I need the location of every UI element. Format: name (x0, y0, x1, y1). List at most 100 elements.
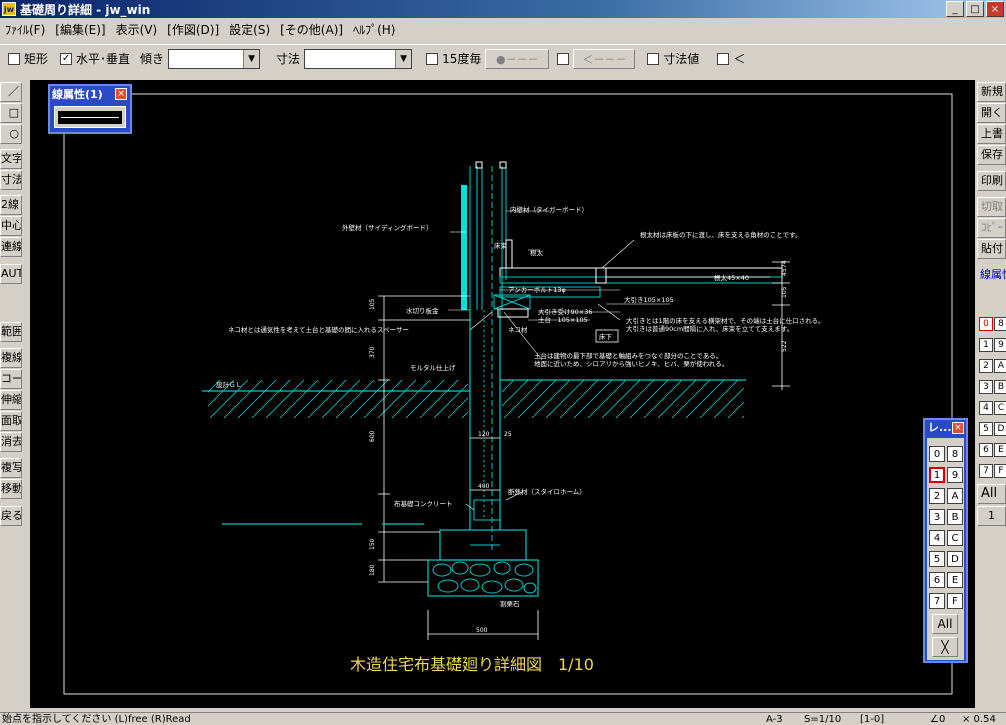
layer-group-b[interactable]: B (994, 380, 1006, 394)
layer-group-0[interactable]: 0 (979, 317, 993, 331)
layer-button-5[interactable]: 5 (929, 551, 945, 567)
status-angle[interactable]: ∠0 (930, 713, 945, 725)
layer-group-2[interactable]: 2 (979, 359, 993, 373)
close-button[interactable]: × (986, 1, 1004, 17)
copy-button[interactable]: ｺﾋﾟｰ (977, 218, 1006, 238)
layer-button-6[interactable]: 6 (929, 572, 945, 588)
maximize-button[interactable]: □ (966, 1, 984, 17)
layer-group-9[interactable]: 9 (994, 338, 1006, 352)
layer-group-all-button[interactable]: All (977, 484, 1006, 504)
rect-checkbox[interactable] (8, 52, 20, 65)
status-scale[interactable]: S=1/10 (804, 713, 841, 725)
layer-group-f[interactable]: F (994, 464, 1006, 478)
point-mode-button[interactable]: ●－－－ (485, 48, 550, 69)
tool-double-line[interactable]: 2線 (0, 195, 22, 215)
tool-undo[interactable]: 戻る (0, 506, 22, 526)
arrow-checkbox[interactable] (557, 52, 570, 65)
close-icon[interactable]: × (952, 422, 964, 434)
line-attribute-body[interactable] (54, 106, 126, 128)
close-icon[interactable]: × (115, 88, 127, 100)
line-attribute-window[interactable]: 線属性(1) × (48, 84, 132, 134)
tool-corner[interactable]: コーナー (0, 369, 22, 389)
layer-button-0[interactable]: 0 (929, 446, 945, 462)
layer-button-c[interactable]: C (947, 530, 963, 546)
layer-button-e[interactable]: E (947, 572, 963, 588)
dim-combo[interactable]: ▼ (304, 48, 413, 69)
tool-trim[interactable]: 伸縮 (0, 390, 22, 410)
layer-group-1[interactable]: 1 (979, 338, 993, 352)
layer-button-d[interactable]: D (947, 551, 963, 567)
menu-file[interactable]: ﾌｧｲﾙ(F) (0, 21, 50, 38)
menu-settings[interactable]: 設定(S) (224, 21, 275, 38)
tool-offset[interactable]: 複線 (0, 348, 22, 368)
layer-button-3[interactable]: 3 (929, 509, 945, 525)
save-button[interactable]: 保存 (977, 145, 1006, 165)
label-insulation: 断熱材（スタイロホーム） (508, 487, 586, 496)
layer-group-one-button[interactable]: 1 (977, 506, 1006, 526)
horiz-vert-checkbox[interactable]: ✓ (60, 52, 73, 65)
menu-other[interactable]: [その他(A)] (275, 21, 348, 38)
layer-button-9[interactable]: 9 (947, 467, 963, 483)
tool-copy[interactable]: 複写 (0, 458, 22, 478)
tool-range[interactable]: 範囲 (0, 322, 22, 342)
new-button[interactable]: 新規 (977, 82, 1006, 102)
overwrite-button[interactable]: 上書 (977, 124, 1006, 144)
ground-hatch-right (502, 380, 744, 418)
tool-auto[interactable]: AUTO (0, 264, 22, 284)
status-zoom[interactable]: × 0.54 (962, 713, 996, 725)
slope-combo[interactable]: ▼ (168, 48, 261, 69)
tool-center-line[interactable]: 中心線 (0, 216, 22, 236)
line-style-sample[interactable] (58, 111, 122, 124)
status-paper[interactable]: A-3 (766, 713, 783, 725)
layer-all-button[interactable]: All (932, 614, 958, 634)
layer-button-4[interactable]: 4 (929, 530, 945, 546)
tool-continuous-line[interactable]: 連線 (0, 237, 22, 257)
tool-dimension[interactable]: 寸法 (0, 170, 22, 190)
paste-button[interactable]: 貼付 (977, 239, 1006, 259)
drawing-canvas[interactable]: 内壁材（タイガーボード） 外壁材（サイディングボード） 根太材は床板の下に渡し、… (30, 80, 975, 708)
tool-rect[interactable]: □ (0, 103, 22, 123)
tool-circle[interactable]: ○ (0, 124, 22, 144)
chevron-down-icon: ▼ (395, 49, 412, 68)
dimval-checkbox[interactable] (647, 52, 660, 65)
layer-button-f[interactable]: F (947, 593, 963, 609)
layer-group-8[interactable]: 8 (994, 317, 1006, 331)
layer-group-7[interactable]: 7 (979, 464, 993, 478)
open-button[interactable]: 開く (977, 103, 1006, 123)
layer-group-4[interactable]: 4 (979, 401, 993, 415)
minimize-button[interactable]: _ (946, 1, 964, 17)
tool-move[interactable]: 移動 (0, 479, 22, 499)
arrow-mode-button[interactable]: ＜－－－ (573, 48, 636, 69)
tool-erase[interactable]: 消去 (0, 432, 22, 452)
layer-button-8[interactable]: 8 (947, 446, 963, 462)
layer-group-a[interactable]: A (994, 359, 1006, 373)
cut-button[interactable]: 切取 (977, 197, 1006, 217)
layer-button-b[interactable]: B (947, 509, 963, 525)
layer-button-1[interactable]: 1 (929, 467, 945, 483)
layer-group-c[interactable]: C (994, 401, 1006, 415)
layer-window[interactable]: レ... × 0 8 1 9 2 A 3 B 4 C 5 D 6 E 7 F A… (923, 418, 968, 663)
layer-group-d[interactable]: D (994, 422, 1006, 436)
deg15-checkbox[interactable] (426, 52, 439, 65)
layer-clear-button[interactable]: ╳ (932, 637, 958, 657)
layer-button-7[interactable]: 7 (929, 593, 945, 609)
tool-line[interactable]: ／ (0, 82, 22, 102)
layer-group-3[interactable]: 3 (979, 380, 993, 394)
layer-group-e[interactable]: E (994, 443, 1006, 457)
layer-button-2[interactable]: 2 (929, 488, 945, 504)
lt-checkbox[interactable] (717, 52, 730, 65)
tool-text[interactable]: 文字 (0, 149, 22, 169)
menu-draw[interactable]: [作図(D)] (162, 21, 224, 38)
layer-group-5[interactable]: 5 (979, 422, 993, 436)
menu-view[interactable]: 表示(V) (111, 21, 163, 38)
outer-wall-siding (461, 185, 467, 310)
menu-help[interactable]: ﾍﾙﾌﾟ(H) (348, 21, 400, 38)
status-layer[interactable]: [1-0] (860, 713, 884, 725)
layer-group-6[interactable]: 6 (979, 443, 993, 457)
label-inner-wall: 内壁材（タイガーボード） (510, 205, 588, 214)
tool-chamfer[interactable]: 面取 (0, 411, 22, 431)
menu-edit[interactable]: [編集(E)] (50, 21, 110, 38)
line-attribute-button[interactable]: 線属性 (977, 266, 1006, 286)
print-button[interactable]: 印刷 (977, 171, 1006, 191)
layer-button-a[interactable]: A (947, 488, 963, 504)
